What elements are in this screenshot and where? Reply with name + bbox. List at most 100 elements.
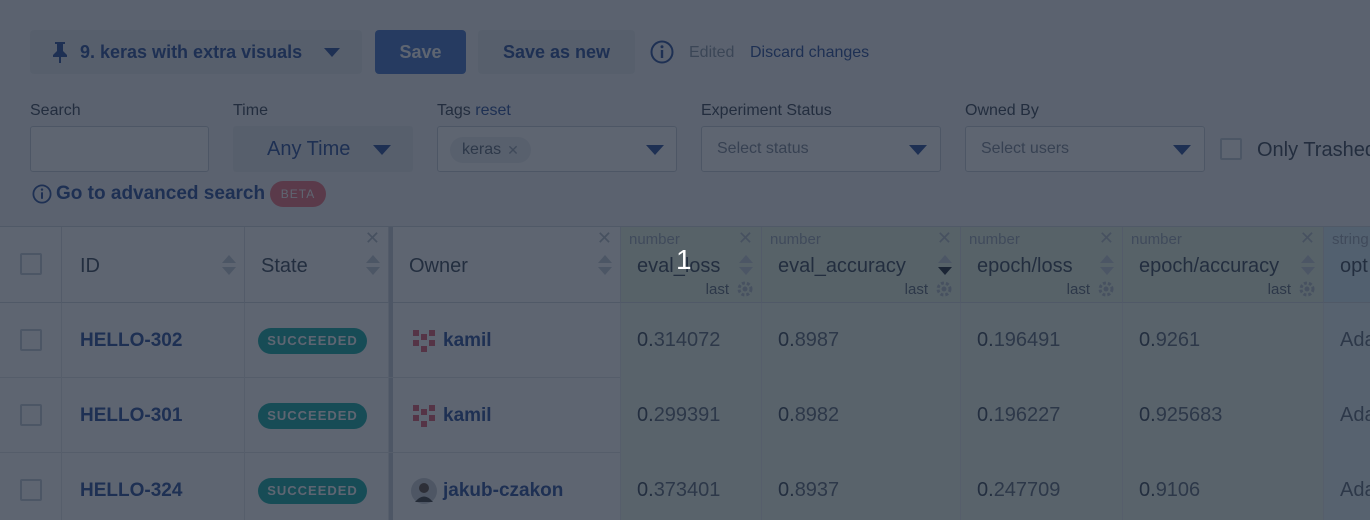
owner-link[interactable]: kamil [411, 327, 492, 354]
gear-icon[interactable] [934, 279, 954, 299]
sort-icon[interactable] [1301, 255, 1315, 277]
column-title: Owner [409, 255, 468, 277]
experiment-id-link[interactable]: HELLO-324 [80, 480, 182, 502]
row-checkbox[interactable] [20, 329, 42, 351]
eval-accuracy-cell: 0. 8982 [762, 378, 961, 453]
close-icon[interactable]: ✕ [507, 142, 519, 159]
column-header-epoch-loss[interactable]: number epoch/loss last ✕ [961, 227, 1123, 303]
status-placeholder: Select status [717, 140, 809, 157]
search-input[interactable] [30, 126, 209, 172]
chevron-down-icon [373, 145, 391, 155]
search-label: Search [30, 102, 81, 119]
sort-icon[interactable] [739, 255, 753, 277]
column-title: opt [1340, 255, 1368, 277]
column-aggregation: last [705, 281, 729, 298]
owned-by-label: Owned By [965, 102, 1039, 119]
info-icon[interactable] [650, 40, 674, 64]
info-icon [32, 184, 52, 204]
time-select-value: Any Time [267, 137, 351, 160]
optimizer-cell: Ada [1324, 303, 1370, 378]
beta-badge: BETA [270, 181, 326, 207]
status-label: Experiment Status [701, 102, 832, 119]
column-type: number [1131, 231, 1182, 248]
row-checkbox[interactable] [20, 479, 42, 501]
status-badge: SUCCEEDED [258, 327, 367, 354]
table-row[interactable]: HELLO-302 SUCCEEDED kamil 0. 314072 0. 898… [0, 303, 1370, 378]
column-header-eval-accuracy[interactable]: number eval_accuracy last ✕ [762, 227, 961, 303]
only-trashed-label: Only Trashed [1257, 139, 1370, 161]
only-trashed-checkbox[interactable] [1220, 138, 1242, 160]
owned-by-placeholder: Select users [981, 140, 1070, 157]
column-type: number [969, 231, 1020, 248]
epoch-loss-cell: 0. 196491 [961, 303, 1123, 378]
row-checkbox[interactable] [20, 404, 42, 426]
sort-icon[interactable] [938, 255, 952, 277]
select-all-checkbox[interactable] [20, 253, 42, 275]
column-aggregation: last [904, 281, 928, 298]
gear-icon[interactable] [1096, 279, 1116, 299]
column-title: epoch/accuracy [1139, 255, 1280, 277]
advanced-search-link[interactable]: Go to advanced search [32, 183, 265, 205]
tour-step-marker: 1 [676, 244, 692, 275]
column-header-epoch-accuracy[interactable]: number epoch/accuracy last ✕ [1123, 227, 1324, 303]
close-icon[interactable]: ✕ [365, 229, 380, 247]
chevron-down-icon [646, 145, 664, 155]
advanced-search-label: Go to advanced search [56, 183, 266, 204]
sort-icon[interactable] [598, 255, 612, 277]
eval-loss-cell: 0. 373401 [621, 453, 762, 520]
owner-name: kamil [443, 329, 492, 351]
time-label: Time [233, 102, 268, 119]
column-type: string [1332, 231, 1369, 248]
save-as-new-button[interactable]: Save as new [478, 30, 635, 74]
column-aggregation: last [1267, 281, 1291, 298]
table-row[interactable]: HELLO-324 SUCCEEDED jakub-czakon 0. 37340… [0, 453, 1370, 520]
column-title: eval_accuracy [778, 255, 906, 277]
status-badge: SUCCEEDED [258, 477, 367, 504]
optimizer-cell: Ada [1324, 378, 1370, 453]
select-all-header [0, 227, 62, 303]
avatar [411, 402, 437, 429]
column-header-state[interactable]: State ✕ [245, 227, 389, 303]
sort-icon[interactable] [222, 255, 236, 277]
close-icon[interactable]: ✕ [937, 229, 952, 247]
experiment-id-link[interactable]: HELLO-301 [80, 405, 182, 427]
column-type: number [770, 231, 821, 248]
owner-link[interactable]: kamil [411, 402, 492, 429]
column-header-optimizer[interactable]: string opt [1324, 227, 1370, 303]
owner-name: jakub-czakon [443, 479, 564, 501]
column-type: number [629, 231, 680, 248]
column-header-owner[interactable]: Owner ✕ [393, 227, 621, 303]
column-title: ID [80, 255, 100, 277]
column-header-id[interactable]: ID [62, 227, 245, 303]
edited-status: Edited [689, 44, 735, 61]
epoch-accuracy-cell: 0. 925683 [1123, 378, 1324, 453]
view-selector-label: 9. keras with extra visuals [80, 41, 303, 62]
sort-icon[interactable] [1100, 255, 1114, 277]
gear-icon[interactable] [735, 279, 755, 299]
eval-loss-cell: 0. 299391 [621, 378, 762, 453]
close-icon[interactable]: ✕ [1300, 229, 1315, 247]
gear-icon[interactable] [1297, 279, 1317, 299]
epoch-loss-cell: 0. 247709 [961, 453, 1123, 520]
epoch-loss-cell: 0. 196227 [961, 378, 1123, 453]
save-button[interactable]: Save [375, 30, 466, 74]
epoch-accuracy-cell: 0. 9106 [1123, 453, 1324, 520]
owner-link[interactable]: jakub-czakon [411, 477, 564, 504]
tag-chip[interactable]: keras ✕ [450, 137, 531, 163]
chevron-down-icon [909, 145, 927, 155]
close-icon[interactable]: ✕ [738, 229, 753, 247]
eval-accuracy-cell: 0. 8937 [762, 453, 961, 520]
close-icon[interactable]: ✕ [1099, 229, 1114, 247]
status-badge: SUCCEEDED [258, 402, 367, 429]
column-title: State [261, 255, 308, 277]
sort-icon[interactable] [366, 255, 380, 277]
tag-chip-label: keras [462, 141, 502, 158]
table-row[interactable]: HELLO-301 SUCCEEDED kamil 0. 299391 0. 898… [0, 378, 1370, 453]
experiment-id-link[interactable]: HELLO-302 [80, 330, 182, 352]
tags-reset-link[interactable]: reset [475, 102, 511, 119]
close-icon[interactable]: ✕ [597, 229, 612, 247]
tags-label: Tags reset [437, 102, 511, 119]
view-selector[interactable]: 9. keras with extra visuals [30, 30, 362, 74]
time-select[interactable]: Any Time [233, 126, 413, 172]
discard-changes-link[interactable]: Discard changes [750, 44, 869, 62]
